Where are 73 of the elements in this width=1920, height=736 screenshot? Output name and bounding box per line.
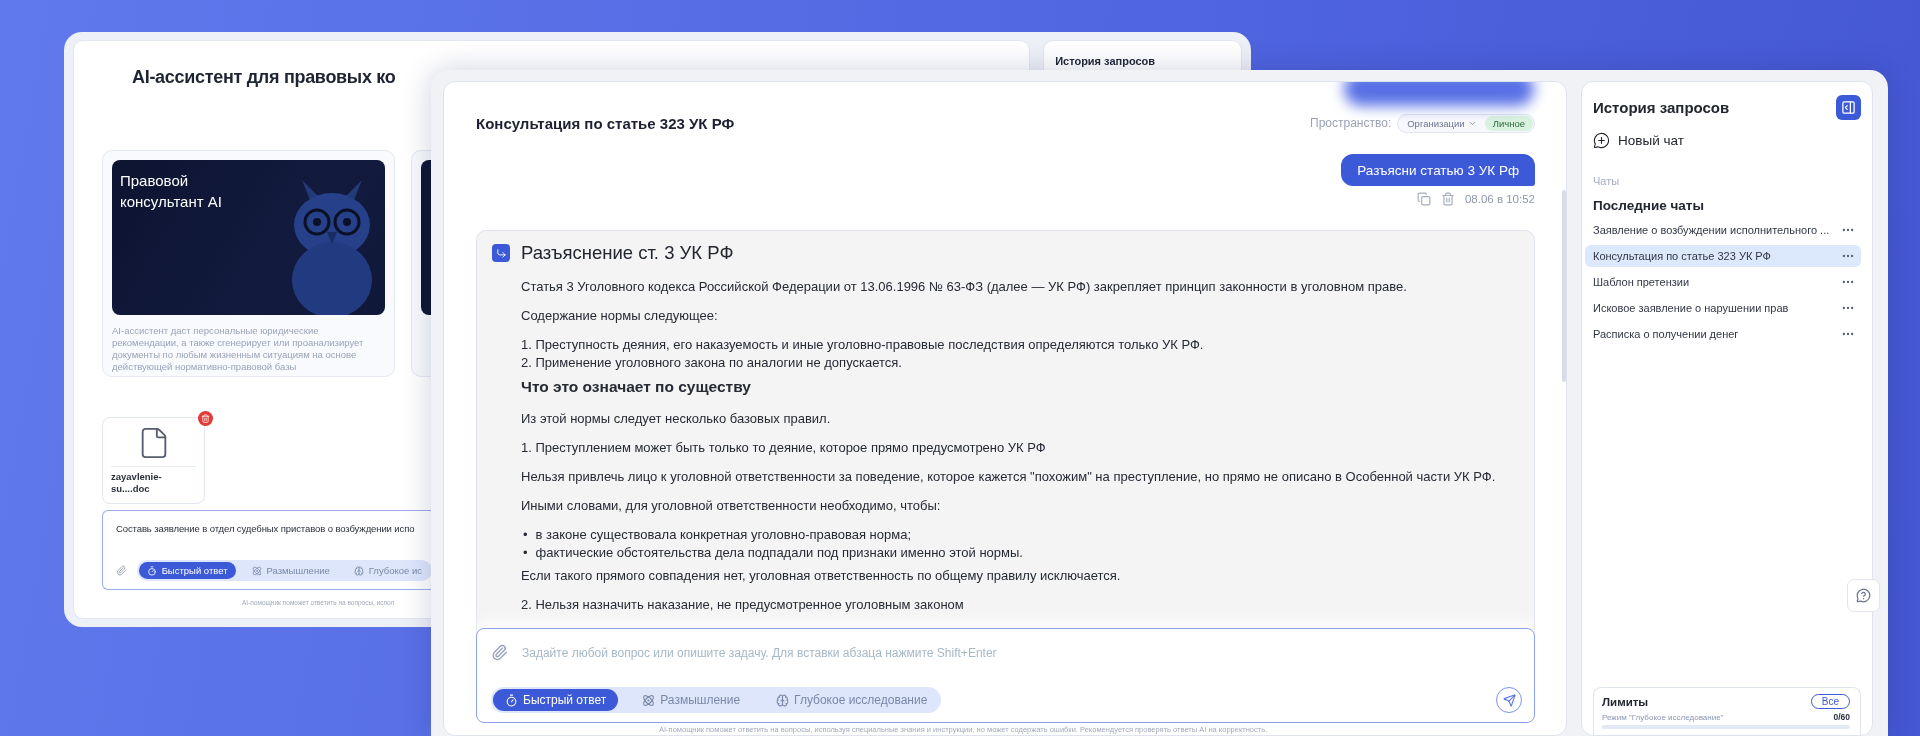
message-time: 08.06 в 10:52 xyxy=(1464,193,1535,205)
section-label: Чаты xyxy=(1593,175,1621,187)
copy-icon xyxy=(1416,192,1431,206)
assistant-logo-icon xyxy=(492,244,510,262)
feature-card[interactable] xyxy=(102,150,395,377)
bullet-item: в законе существовала конкретная уголовно-правовая норма; xyxy=(535,526,912,544)
file-name: zayavlenie-su....doc xyxy=(111,471,163,495)
send-button[interactable] xyxy=(1496,687,1522,713)
answer-list-line: 1. Преступность деяния, его наказуемость и иные уголовно-правовые последствия определяются только УК РФ. xyxy=(521,336,1205,354)
input-field[interactable]: Задайте любой вопрос или опишите задачу. Для вставки абзаца нажмите Shift+Enter xyxy=(520,644,1522,661)
timer-icon xyxy=(146,565,157,576)
help-button[interactable] xyxy=(1847,579,1880,612)
answer-title: Разъяснение ст. 3 УК РФ xyxy=(521,242,734,264)
panel-icon xyxy=(1841,100,1856,115)
card-description: AI-ассистент даст персональные юридические рекомендации, а также сгенерирует или проанализирует документы по любым жизненным ситуациям на основе действующей нормативно-правовой базы xyxy=(112,325,365,373)
chat-label: Расписка о получении денег xyxy=(1593,328,1739,340)
atom-icon xyxy=(642,693,656,707)
chat-item[interactable]: Шаблон претензии xyxy=(1585,271,1861,293)
new-chat-button[interactable]: Новый чат xyxy=(1593,132,1684,149)
answer-paragraph: Содержание нормы следующее: xyxy=(521,307,719,325)
limits-title: Лимиты xyxy=(1602,695,1649,708)
bullet-marker: • xyxy=(522,544,528,562)
chat-item[interactable]: Исковое заявление о нарушении прав xyxy=(1585,297,1861,319)
space-label: Пространство: xyxy=(1310,116,1392,130)
chat-item[interactable]: Расписка о получении денег xyxy=(1585,323,1861,345)
answer-paragraph: 2. Нельзя назначить наказание, не предусмотренное уголовным законом xyxy=(521,596,965,614)
limit-mode-label: Режим "Глубокое исследование" xyxy=(1602,712,1724,722)
atom-icon xyxy=(251,565,262,576)
chat-label: Заявление о возбуждении исполнительного ... xyxy=(1593,224,1830,236)
send-icon xyxy=(1502,693,1516,707)
card-title: Правовой консультант AI xyxy=(120,171,222,212)
group-title: Последние чаты xyxy=(1593,198,1705,213)
page-title: AI-ассистент для правовых ко xyxy=(132,67,396,88)
mode-tab[interactable]: Быстрый ответ xyxy=(138,562,236,579)
attachment-card[interactable]: zayavlenie-su....doc xyxy=(102,417,205,504)
answer-heading: Что это означает по существу xyxy=(521,378,752,396)
panel-title: История запросов xyxy=(1055,55,1157,67)
trash-icon xyxy=(201,414,210,423)
chat-item[interactable]: Консультация по статье 323 УК РФ xyxy=(1585,245,1861,267)
panel-toggle-button[interactable] xyxy=(1836,95,1861,120)
chat-label: Шаблон претензии xyxy=(1593,276,1690,288)
brain-icon xyxy=(776,693,790,707)
chat-label: Консультация по статье 323 УК РФ xyxy=(1593,250,1771,262)
answer-list-line: 2. Применение уголовного закона по аналогии не допускается. xyxy=(521,354,903,372)
input-text: Составь заявление в отдел судебных приставов о возбуждении испо xyxy=(116,523,415,534)
timer-icon xyxy=(505,693,518,707)
message-input[interactable]: Задайте любой вопрос или опишите задачу. Для вставки абзаца нажмите Shift+Enter Быстрый ответ Размышление Глубокое исследование xyxy=(476,628,1535,723)
space-option[interactable]: Личное xyxy=(1484,115,1533,131)
sidebar-title: История запросов xyxy=(1593,99,1730,116)
space-option[interactable]: Организации xyxy=(1399,115,1485,131)
bullet-item: фактические обстоятельства дела подпадали под признаки именно этой нормы. xyxy=(535,544,1023,562)
answer-paragraph: Иными словами, для уголовной ответственности необходимо, чтобы: xyxy=(521,497,942,515)
chat-title: Консультация по статье 323 УК РФ xyxy=(476,114,735,132)
trash-icon xyxy=(1440,192,1455,206)
help-icon xyxy=(1856,588,1871,603)
feature-card[interactable] xyxy=(411,150,432,377)
answer-paragraph: Нельзя привлечь лицо к уголовной ответственности за поведение, которое кажется "похожим" на преступление, но прямо не описано в Особенной части УК РФ. xyxy=(521,468,1497,486)
mode-tab[interactable]: Быстрый ответ xyxy=(493,689,619,711)
answer-paragraph: 1. Преступлением может быть только то деяние, которое прямо предусмотрено УК РФ xyxy=(521,439,1047,457)
brain-icon xyxy=(353,565,364,576)
attach-icon[interactable] xyxy=(491,644,508,661)
message-input[interactable]: Составь заявление в отдел судебных приставов о возбуждении испо Быстрый ответ Размышление Глубокое ис xyxy=(102,510,432,590)
bullet-marker: • xyxy=(522,526,528,544)
delete-button[interactable] xyxy=(198,411,213,426)
answer-paragraph: Статья 3 Уголовного кодекса Российской Федерации от 13.06.1996 № 63-ФЗ (далее — УК РФ) закрепляет принцип законности в уголовном праве. xyxy=(521,278,1408,296)
user-message: Разъясни статью 3 УК Рф xyxy=(1341,154,1535,186)
chat-item[interactable]: Заявление о возбуждении исполнительного ... xyxy=(1585,219,1861,241)
all-button[interactable]: Все xyxy=(1810,694,1850,709)
limit-count: 0/60 xyxy=(1833,712,1850,722)
chat-plus-icon xyxy=(1593,132,1610,149)
chat-label: Исковое заявление о нарушении прав xyxy=(1593,302,1789,314)
answer-paragraph: Если такого прямого совпадения нет, уголовная ответственность по общему правилу исключается. xyxy=(521,567,1122,585)
answer-paragraph: Из этой нормы следует несколько базовых правил. xyxy=(521,410,832,428)
